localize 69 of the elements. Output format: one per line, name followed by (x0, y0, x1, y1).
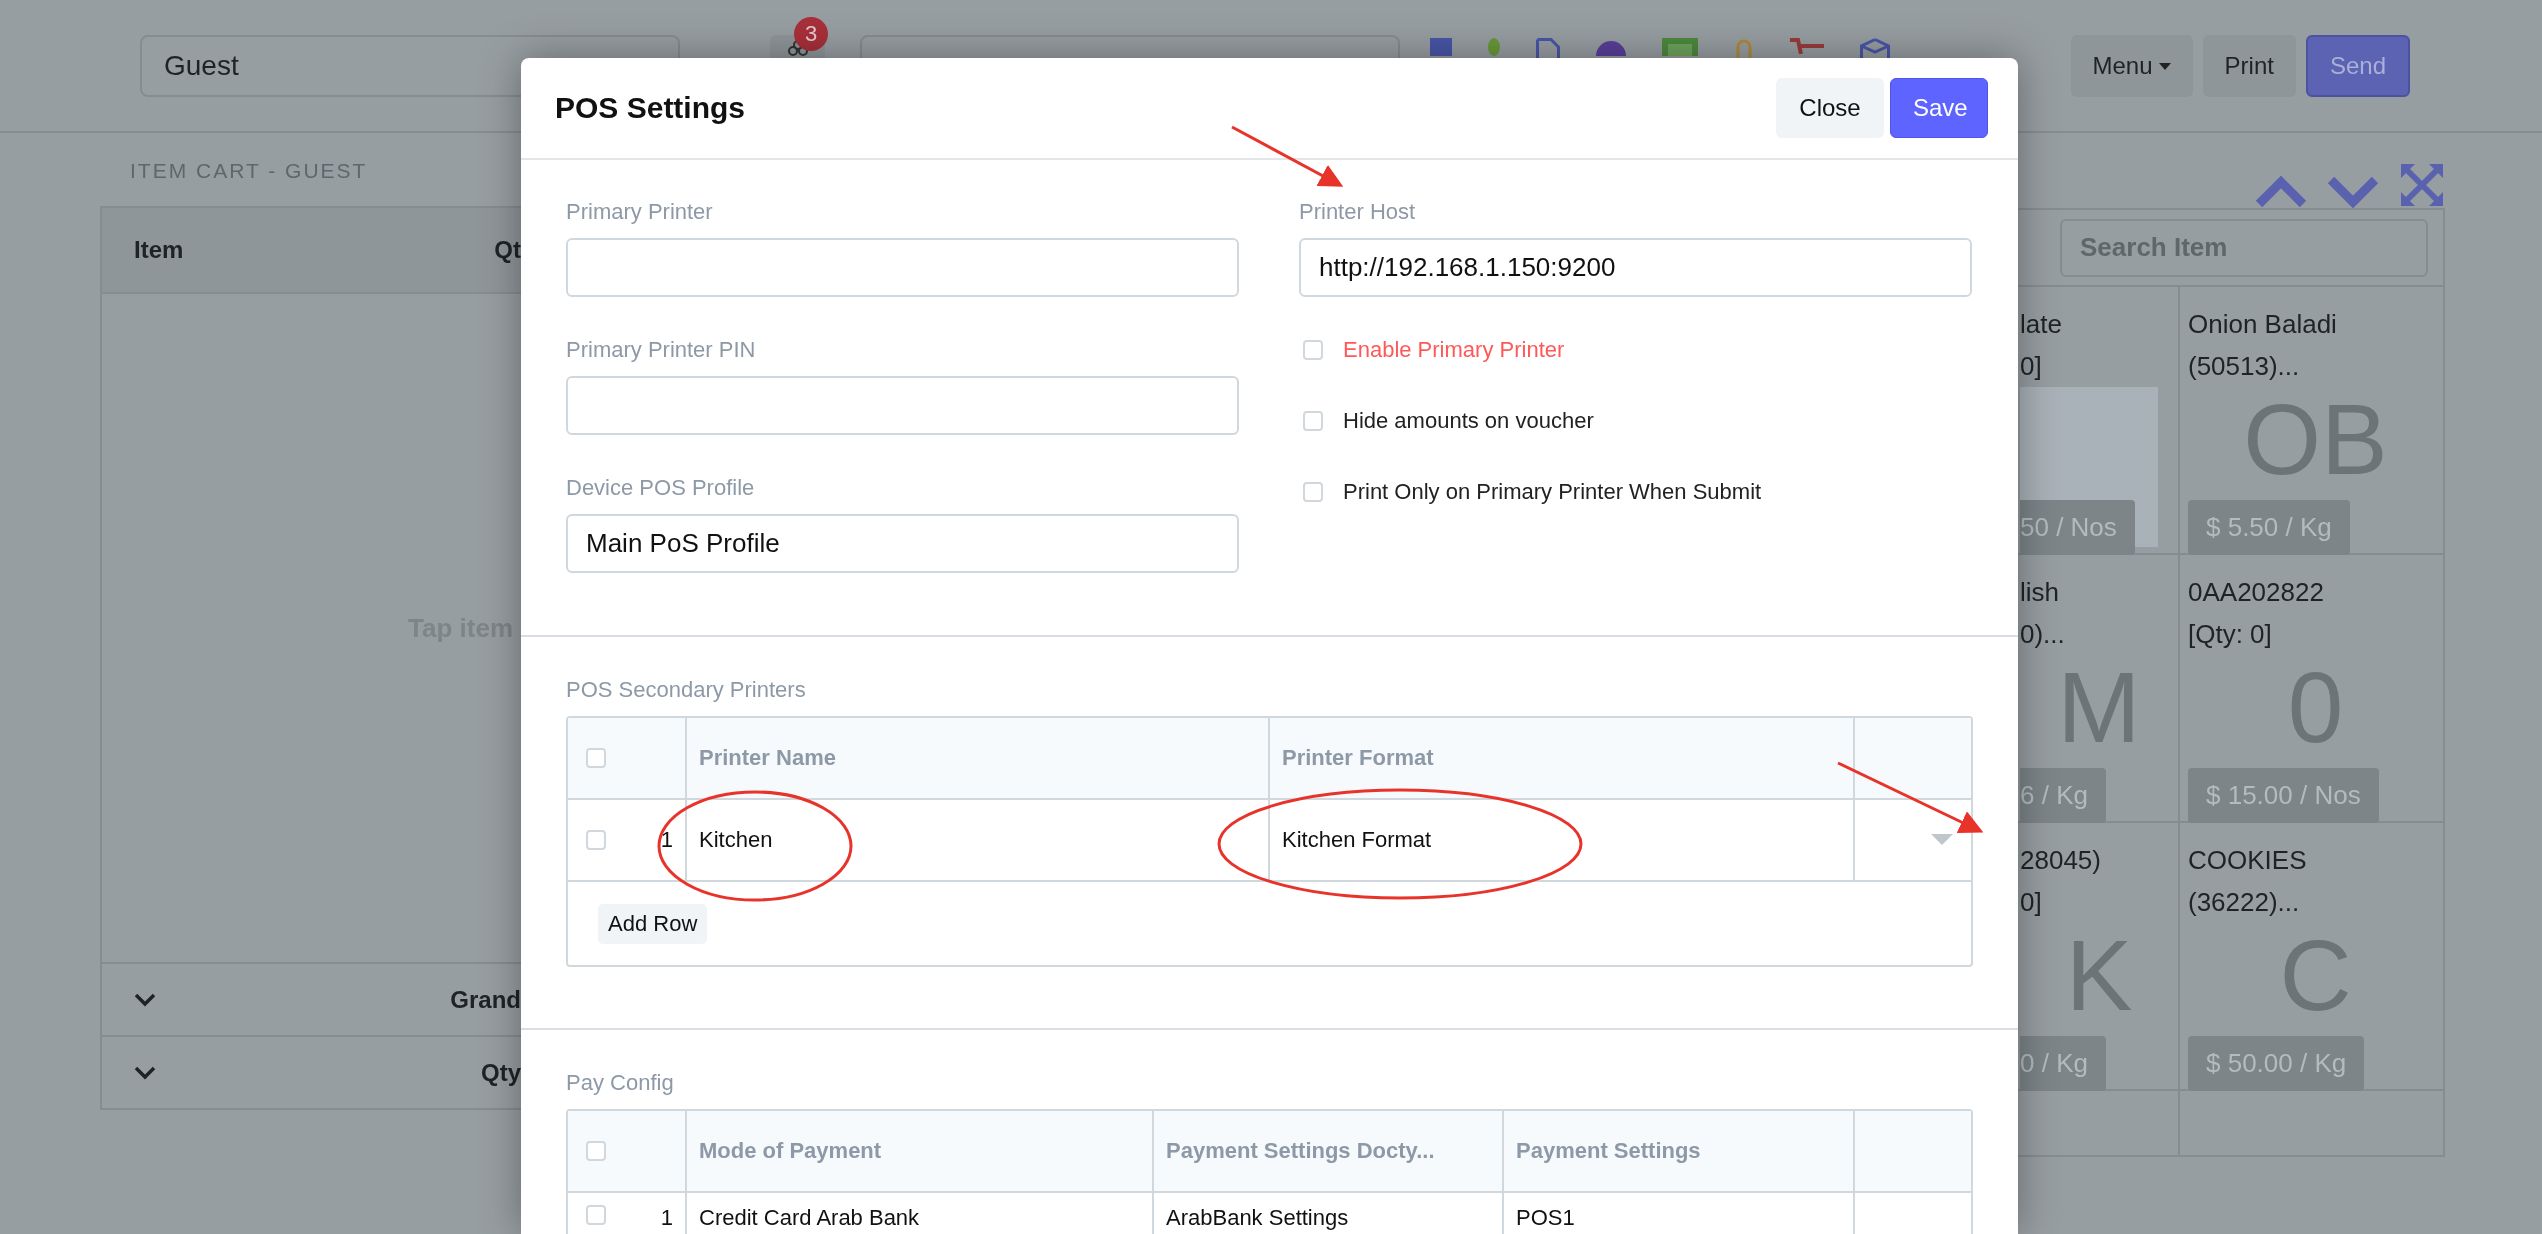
item-detail: [Qty: 0] (2188, 618, 2273, 651)
caret-icon (2158, 62, 2171, 70)
item-detail: 0] (2020, 886, 2043, 919)
flower-icon (787, 40, 808, 56)
checkbox[interactable] (586, 1141, 606, 1161)
field-label: Printer Host (1299, 199, 1417, 225)
field-label: Device POS Profile (566, 475, 756, 501)
column-header: Qt (494, 236, 521, 264)
column-header: Payment Settings (1516, 1138, 1701, 1164)
column-header: Printer Name (699, 745, 836, 771)
toolbar-button[interactable]: Menu (2070, 35, 2193, 97)
chevron-up-icon[interactable] (2255, 176, 2307, 208)
chevron-down-icon[interactable] (134, 1065, 156, 1080)
table-cell[interactable]: Kitchen Format (1282, 827, 1432, 853)
item-name: 28045) (2020, 844, 2102, 877)
total-label: Grand (450, 985, 521, 1014)
field-label: Primary Printer PIN (566, 337, 757, 363)
checkbox[interactable] (1303, 411, 1323, 431)
item-detail: 0)... (2020, 618, 2066, 651)
checkbox-label: Print Only on Primary Printer When Submit (1343, 479, 1762, 505)
checkbox[interactable] (586, 748, 606, 768)
section-label: Pay Config (566, 1070, 675, 1096)
row-number: 1 (660, 827, 673, 853)
item-detail: (36222)... (2188, 886, 2301, 919)
checkbox-label: Enable Primary Printer (1343, 337, 1565, 363)
checkbox-label: Hide amounts on voucher (1343, 408, 1594, 434)
checkbox[interactable] (586, 1205, 606, 1225)
column-header: Item (134, 236, 184, 264)
checkbox[interactable] (1303, 482, 1323, 502)
column-header: Payment Settings Docty... (1166, 1138, 1435, 1164)
toolbar-button[interactable]: Print (2202, 35, 2296, 97)
input-field[interactable] (566, 376, 1239, 435)
search-field[interactable]: Search Item (2060, 218, 2428, 277)
item-detail: (50513)... (2188, 350, 2301, 383)
square-icon (1430, 38, 1452, 56)
item-name: COOKIES (2188, 844, 2308, 877)
cart-title: ITEM CART - GUEST (130, 159, 369, 184)
section-label: POS Secondary Printers (566, 677, 807, 703)
table-cell[interactable]: Kitchen (699, 827, 773, 853)
column-header: Mode of Payment (699, 1138, 882, 1164)
dialog-button[interactable]: Close (1776, 78, 1884, 138)
document-icon (1536, 38, 1560, 58)
checkbox[interactable] (586, 830, 606, 850)
item-name: Onion Baladi (2188, 308, 2338, 341)
field-label: Primary Printer (566, 199, 714, 225)
lock-icon (1734, 38, 1754, 58)
total-label: Qty (481, 1058, 521, 1087)
input-field[interactable] (566, 238, 1239, 297)
table-cell[interactable]: ArabBank Settings (1166, 1205, 1349, 1231)
input-field[interactable]: http://192.168.1.150:9200 (1299, 238, 1972, 297)
cube-icon (1860, 38, 1890, 58)
add-row-button[interactable]: Add Row (598, 903, 708, 944)
table-cell[interactable]: POS1 (1516, 1205, 1575, 1231)
dialog-button[interactable]: Save (1890, 78, 1988, 138)
caret-icon[interactable] (1931, 834, 1953, 846)
row-number: 1 (660, 1205, 673, 1231)
item-name: 0AA202822 (2188, 576, 2325, 609)
card-icon (1662, 38, 1698, 56)
expand-icon[interactable] (2399, 162, 2445, 208)
item-detail: 0] (2020, 350, 2043, 383)
checkbox[interactable] (1303, 340, 1323, 360)
notification-badge: 3 (794, 17, 828, 51)
item-name: lish (2020, 576, 2060, 609)
item-name: late (2020, 308, 2063, 341)
table-cell[interactable]: Credit Card Arab Bank (699, 1205, 920, 1231)
chevron-down-icon[interactable] (134, 992, 156, 1007)
leaf-icon (1488, 38, 1500, 56)
column-header: Printer Format (1282, 745, 1434, 771)
input-field[interactable]: Main PoS Profile (566, 514, 1239, 573)
